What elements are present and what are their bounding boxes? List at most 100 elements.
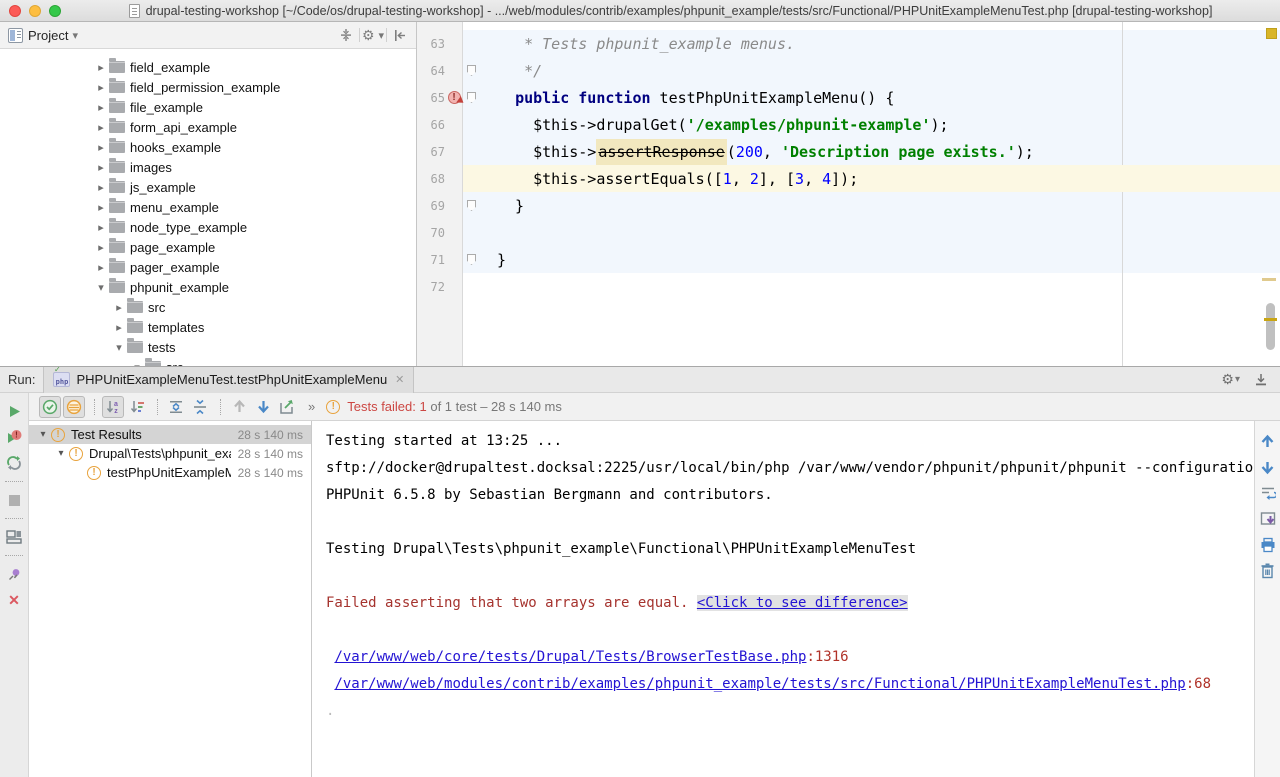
project-tree-item[interactable]: ▸images: [0, 157, 416, 177]
chevron-right-icon[interactable]: ▸: [93, 221, 109, 234]
chevron-right-icon[interactable]: ▸: [93, 261, 109, 274]
import-test-results-button[interactable]: [276, 396, 298, 418]
see-difference-link[interactable]: <Click to see difference>: [697, 595, 908, 611]
console-line: Testing Drupal\Tests\phpunit_example\Fun…: [326, 535, 1254, 562]
project-tree-item[interactable]: ▸hooks_example: [0, 137, 416, 157]
error-stripe-status-marker[interactable]: [1266, 28, 1277, 39]
chevron-right-icon[interactable]: ▸: [93, 81, 109, 94]
run-panel: Run: php PHPUnitExampleMenuTest.testPhpU…: [0, 366, 1280, 777]
test-result-row[interactable]: !testPhpUnitExampleMenu28 s 140 ms: [29, 463, 311, 482]
project-tree-item[interactable]: ▸js_example: [0, 177, 416, 197]
sort-alphabetically-toggle[interactable]: az: [102, 396, 124, 418]
chevron-right-icon[interactable]: ▸: [93, 241, 109, 254]
code-line-body: public function testPhpUnitExampleMenu()…: [480, 84, 1280, 111]
project-tree-item[interactable]: ▸menu_example: [0, 197, 416, 217]
minimize-window-button[interactable]: [29, 5, 41, 17]
chevron-right-icon[interactable]: ▸: [93, 161, 109, 174]
test-result-row[interactable]: ▾!Test Results28 s 140 ms: [29, 425, 311, 444]
close-run-panel-icon[interactable]: ✕: [3, 589, 25, 611]
file-link[interactable]: /var/www/web/core/tests/Drupal/Tests/Bro…: [334, 649, 806, 665]
code-line[interactable]: 70: [417, 219, 1280, 246]
project-tree-item[interactable]: ▸pager_example: [0, 257, 416, 277]
code-line[interactable]: 65! public function testPhpUnitExampleMe…: [417, 84, 1280, 111]
chevron-right-icon[interactable]: ▸: [93, 181, 109, 194]
stop-button[interactable]: [3, 489, 25, 511]
project-tree-item[interactable]: ▸form_api_example: [0, 117, 416, 137]
code-token-number: 2: [750, 170, 759, 188]
project-tree-item[interactable]: ▾src: [0, 357, 416, 366]
collapse-all-button[interactable]: [189, 396, 211, 418]
expand-all-button[interactable]: [165, 396, 187, 418]
chevron-right-icon[interactable]: ▸: [93, 61, 109, 74]
project-tree-item[interactable]: ▸field_example: [0, 57, 416, 77]
more-actions-chevron-icon[interactable]: »: [308, 399, 316, 414]
code-line[interactable]: 68 $this->assertEquals([1, 2], [3, 4]);: [417, 165, 1280, 192]
project-panel-title[interactable]: Project: [28, 28, 68, 43]
chevron-right-icon[interactable]: ▸: [111, 301, 127, 314]
code-editor[interactable]: 63 * Tests phpunit_example menus.64 */65…: [417, 22, 1280, 366]
next-failed-test-button[interactable]: [252, 396, 274, 418]
project-tree-item[interactable]: ▸templates: [0, 317, 416, 337]
chevron-down-icon[interactable]: ▾: [35, 429, 51, 440]
code-line[interactable]: 71}: [417, 246, 1280, 273]
project-tree-item[interactable]: ▸file_example: [0, 97, 416, 117]
rerun-failed-tests-button[interactable]: !: [3, 426, 25, 448]
chevron-down-icon[interactable]: ▾: [93, 281, 109, 294]
code-line[interactable]: 72: [417, 273, 1280, 300]
run-settings-gear-icon[interactable]: ⚙▾: [1221, 371, 1240, 388]
zoom-window-button[interactable]: [49, 5, 61, 17]
project-tree-item[interactable]: ▸page_example: [0, 237, 416, 257]
project-settings-gear-icon[interactable]: ⚙▾: [363, 26, 383, 44]
toggle-auto-test-button[interactable]: [3, 452, 25, 474]
chevron-right-icon[interactable]: ▸: [93, 101, 109, 114]
up-the-stack-trace-button[interactable]: [1258, 431, 1278, 451]
project-view-caret-icon[interactable]: ▾: [72, 29, 78, 42]
rerun-button[interactable]: [3, 400, 25, 422]
scroll-from-source-icon[interactable]: [336, 26, 356, 44]
run-tab-close-icon[interactable]: ✕: [395, 373, 404, 386]
code-line[interactable]: 67 $this->assertResponse(200, 'Descripti…: [417, 138, 1280, 165]
pin-tab-icon[interactable]: [3, 563, 25, 585]
file-link[interactable]: /var/www/web/modules/contrib/examples/ph…: [334, 676, 1185, 692]
print-button[interactable]: [1258, 535, 1278, 555]
close-window-button[interactable]: [9, 5, 21, 17]
code-line[interactable]: 64 */: [417, 57, 1280, 84]
test-result-row[interactable]: ▾!Drupal\Tests\phpunit_example\Functiona…: [29, 444, 311, 463]
show-ignored-toggle[interactable]: [63, 396, 85, 418]
project-tree-item[interactable]: ▾phpunit_example: [0, 277, 416, 297]
code-line[interactable]: 69 }: [417, 192, 1280, 219]
chevron-right-icon[interactable]: ▸: [111, 321, 127, 334]
chevron-right-icon[interactable]: ▸: [93, 121, 109, 134]
fold-marker-icon[interactable]: [467, 65, 476, 76]
previous-failed-test-button[interactable]: [228, 396, 250, 418]
code-line[interactable]: 66 $this->drupalGet('/examples/phpunit-e…: [417, 111, 1280, 138]
hide-run-panel-icon[interactable]: [1254, 373, 1268, 387]
chevron-down-icon[interactable]: ▾: [53, 448, 69, 459]
project-tree-item[interactable]: ▾tests: [0, 337, 416, 357]
project-tree-item[interactable]: ▸src: [0, 297, 416, 317]
soft-wrap-toggle[interactable]: [1258, 483, 1278, 503]
clear-all-button[interactable]: [1258, 561, 1278, 581]
fold-marker-icon[interactable]: [467, 92, 476, 103]
code-line-body: [480, 273, 1280, 300]
chevron-down-icon[interactable]: ▾: [111, 341, 127, 354]
editor-scrollbar-thumb[interactable]: [1266, 303, 1275, 350]
code-line[interactable]: 63 * Tests phpunit_example menus.: [417, 30, 1280, 57]
project-tree-item[interactable]: ▸field_permission_example: [0, 77, 416, 97]
chevron-right-icon[interactable]: ▸: [93, 201, 109, 214]
sort-by-duration-button[interactable]: [126, 396, 148, 418]
test-failed-gutter-icon[interactable]: !: [448, 91, 461, 104]
error-stripe-warning-marker[interactable]: [1262, 278, 1276, 281]
chevron-right-icon[interactable]: ▸: [93, 141, 109, 154]
project-tree-item[interactable]: ▸node_type_example: [0, 217, 416, 237]
hide-panel-icon[interactable]: [390, 26, 410, 44]
error-stripe-caret-marker[interactable]: [1264, 318, 1277, 321]
show-passed-toggle[interactable]: [39, 396, 61, 418]
down-the-stack-trace-button[interactable]: [1258, 457, 1278, 477]
run-configuration-tab[interactable]: php PHPUnitExampleMenuTest.testPhpUnitEx…: [43, 367, 414, 393]
fold-marker-icon[interactable]: [467, 254, 476, 265]
fold-marker-icon[interactable]: [467, 200, 476, 211]
scroll-to-end-button[interactable]: [1258, 509, 1278, 529]
restore-layout-icon[interactable]: [3, 526, 25, 548]
gutter-icon-slot: [445, 192, 463, 219]
